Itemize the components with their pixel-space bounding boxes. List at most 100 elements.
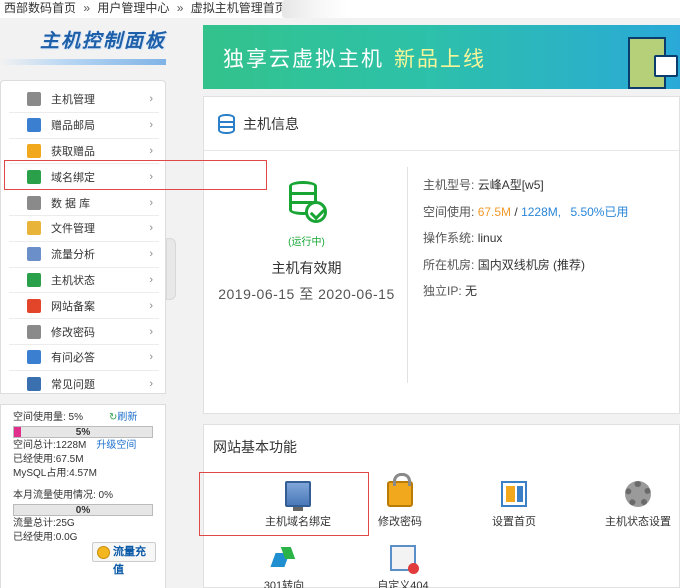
database-icon [218, 113, 235, 134]
sidebar-item[interactable]: 修改密码 › [9, 319, 159, 345]
traffic-recharge-button[interactable]: 流量充值 [92, 542, 156, 576]
info-row-ip: 独立IP: 无 [423, 283, 628, 310]
sidebar-item-label: 获取赠品 [51, 145, 95, 158]
custom-404-icon [390, 545, 419, 574]
traffic-usage-bar: 0% [13, 504, 153, 516]
feature-label: 自定义404 [377, 580, 429, 588]
model-value: 云峰A型[w5] [477, 178, 544, 192]
space-usage-bar: 5% [13, 426, 153, 438]
sidebar-item[interactable]: 流量分析 › [9, 242, 159, 268]
file-manager-icon [27, 221, 41, 236]
divider [407, 167, 408, 383]
sidebar-item-label: 网站备案 [51, 300, 95, 313]
sidebar-item-label: 主机管理 [51, 94, 95, 107]
sidebar-item[interactable]: 网站备案 › [9, 293, 159, 320]
space-usage-percent: 5% [75, 427, 91, 438]
feature-301-redirect[interactable]: 301转向 [234, 545, 334, 588]
space-percent-used: 5.50%已用 [570, 204, 629, 219]
chevron-right-icon: › [149, 377, 153, 390]
sidebar-item-label: 赠品邮局 [51, 120, 95, 133]
space-total-row: 空间总计:1228M 升级空间 [13, 439, 165, 453]
chevron-right-icon: › [149, 351, 153, 364]
chevron-right-icon: › [149, 273, 153, 286]
breadcrumb-vhost-home[interactable]: 虚拟主机管理首页 [191, 1, 287, 15]
sidebar-item-label: 修改密码 [51, 326, 95, 339]
sidebar-item-label: 数 据 库 [51, 197, 91, 210]
os-key: 操作系统: [423, 231, 475, 245]
sidebar-item[interactable]: 主机状态 › [9, 268, 159, 294]
model-key: 主机型号: [423, 178, 475, 192]
os-value: linux [477, 231, 503, 245]
traffic-usage-percent: 0% [75, 505, 91, 516]
gear-icon [625, 481, 651, 507]
breadcrumb-home[interactable]: 西部数码首页 [4, 1, 76, 15]
feature-label: 主机状态设置 [605, 516, 671, 528]
space-total-value: 1228M, [521, 204, 562, 219]
space-usage-text: 空间使用量: 5% [13, 412, 84, 423]
validity-label: 主机有效期 [271, 260, 342, 276]
sidebar-item[interactable]: 常见问题 › [9, 371, 159, 397]
sidebar-item-label: 流量分析 [51, 249, 95, 262]
breadcrumb-separator: » [176, 1, 184, 15]
sidebar-item-label: 常见问题 [51, 378, 95, 391]
highlight-domain-binding-feature [199, 472, 369, 536]
banner-main-text: 独享云虚拟主机 [223, 48, 384, 71]
traffic-chart-icon [27, 247, 41, 262]
sidebar-item[interactable]: 有问必答 › [9, 345, 159, 371]
highlight-domain-binding [4, 160, 267, 190]
sidebar-menu: 主机管理 › 赠品邮局 › 获取赠品 › 域名绑定 › 数 据 库 › 文件管理 › 流量分析 › 主机状态… [0, 80, 166, 394]
feature-host-status-settings[interactable]: 主机状态设置 [588, 481, 680, 529]
running-status: (运行中) [288, 237, 325, 248]
chevron-right-icon: › [149, 93, 153, 106]
refresh-button[interactable]: ↻刷新 [109, 411, 137, 425]
features-title: 网站基本功能 [213, 439, 297, 455]
breadcrumb-separator: » [83, 1, 91, 15]
chevron-right-icon: › [149, 196, 153, 209]
info-row-os: 操作系统: linux [423, 230, 628, 257]
feature-set-homepage[interactable]: 设置首页 [464, 481, 564, 529]
space-used-value: 67.5M [477, 204, 512, 219]
filing-icon [27, 298, 41, 313]
coin-icon [97, 546, 110, 559]
status-icon [27, 272, 41, 287]
chevron-right-icon: › [149, 222, 153, 235]
sidebar-item[interactable]: 赠品邮局 › [9, 113, 159, 139]
host-info-card: 主机信息 (运行中) 主机有效期 2019-06-15 至 2020-06-15… [203, 96, 680, 414]
support-icon [27, 350, 41, 365]
space-separator: / [511, 204, 522, 219]
database-icon [27, 195, 41, 210]
space-used: 已经使用:67.5M [13, 454, 84, 465]
upgrade-space-link[interactable]: 升级空间 [96, 440, 136, 451]
sidebar-item[interactable]: 主机管理 › [9, 87, 159, 113]
redirect-icon [271, 545, 297, 571]
banner-highlight: 新品上线 [394, 48, 486, 71]
sidebar-item[interactable]: 文件管理 › [9, 216, 159, 242]
server-illustration-icon [628, 37, 678, 89]
left-sidebar: 主机控制面板 主机管理 › 赠品邮局 › 获取赠品 › 域名绑定 › 数 据 库 › 文件管理 › 流量… [0, 18, 170, 588]
sidebar-item-label: 主机状态 [51, 274, 95, 287]
ip-key: 独立IP: [423, 284, 462, 298]
feature-label: 301转向 [263, 580, 305, 588]
sidebar-item[interactable]: 数 据 库 › [9, 190, 159, 216]
brand-underline [0, 59, 166, 65]
host-info-list: 主机型号: 云峰A型[w5] 空间使用: 67.5M / 1228M, 5.50… [423, 177, 628, 310]
server-icon [27, 92, 41, 107]
breadcrumb-user-center[interactable]: 用户管理中心 [97, 1, 169, 15]
sidebar-collapse-handle[interactable] [166, 238, 176, 300]
host-info-title: 主机信息 [243, 115, 299, 132]
info-row-model: 主机型号: 云峰A型[w5] [423, 177, 628, 204]
chevron-right-icon: › [149, 144, 153, 157]
banner-text: 独享云虚拟主机 新品上线 [223, 43, 486, 73]
host-info-header: 主机信息 [204, 97, 679, 151]
gift-icon [27, 143, 41, 158]
traffic-usage-label: 本月流量使用情况: 0% [13, 490, 114, 501]
feature-custom-404[interactable]: 自定义404 [353, 545, 453, 588]
chevron-right-icon: › [149, 119, 153, 132]
lock-icon [387, 473, 413, 507]
brand-title: 主机控制面板 [40, 31, 167, 52]
info-row-space: 空间使用: 67.5M / 1228M, 5.50%已用 [423, 204, 628, 231]
brand-header: 主机控制面板 [0, 18, 170, 72]
breadcrumb-current-blurred [282, 0, 348, 18]
password-icon [27, 324, 41, 339]
promo-banner[interactable]: 独享云虚拟主机 新品上线 [203, 25, 680, 89]
